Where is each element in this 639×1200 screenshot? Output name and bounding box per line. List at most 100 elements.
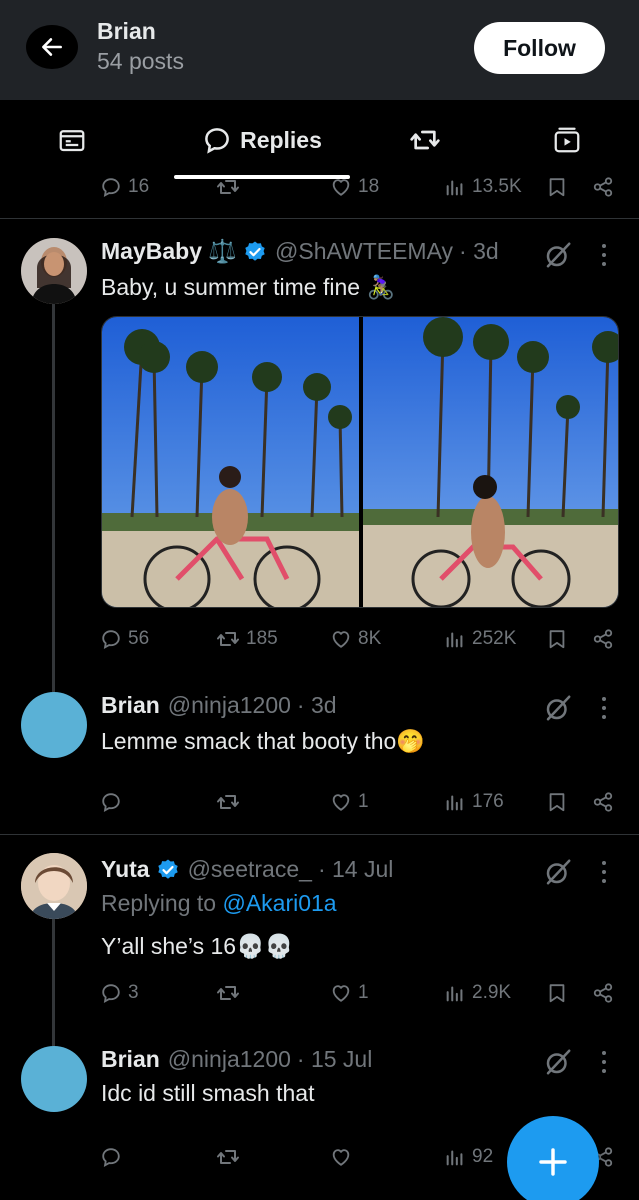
views-icon — [444, 176, 466, 198]
author-handle[interactable]: @ninja1200 — [168, 1046, 291, 1073]
beach-bike-photo-1[interactable] — [102, 317, 359, 608]
share-button[interactable] — [592, 976, 614, 1010]
beach-bike-photo-2[interactable] — [363, 317, 619, 608]
tweet-text: Y’all she’s 16💀💀 — [101, 933, 294, 959]
retweet-button[interactable] — [216, 1140, 246, 1174]
like-button[interactable]: 1 — [330, 785, 369, 819]
avatar[interactable] — [21, 692, 87, 758]
reply-button[interactable]: 3 — [100, 976, 139, 1010]
views-button[interactable]: 13.5K — [444, 170, 522, 204]
like-button[interactable] — [330, 1140, 358, 1174]
bookmark-button[interactable] — [546, 976, 568, 1010]
tweet-time[interactable]: · 15 Jul — [297, 1046, 372, 1073]
highlights-icon — [59, 130, 85, 152]
tweet-header: Brian @ninja1200 · 3d — [101, 692, 337, 719]
share-button[interactable] — [592, 170, 614, 204]
like-button[interactable]: 18 — [330, 170, 379, 204]
more-icon[interactable] — [596, 1047, 612, 1077]
avatar-photo — [21, 238, 87, 304]
retweet-button[interactable] — [216, 976, 246, 1010]
tweet-header: Brian @ninja1200 · 15 Jul — [101, 1046, 372, 1073]
author-handle[interactable]: @ninja1200 — [168, 692, 291, 719]
compose-button[interactable] — [507, 1116, 599, 1200]
share-icon — [592, 791, 614, 813]
author-name[interactable]: Brian — [101, 1046, 160, 1073]
like-icon — [330, 628, 352, 650]
bookmark-button[interactable] — [546, 170, 568, 204]
tweet-text: Baby, u summer time fine 🚴🏽‍♀️ — [101, 274, 396, 300]
tweet-text: Lemme smack that booty tho🤭 — [101, 728, 425, 754]
tweet-media[interactable] — [101, 316, 619, 608]
avatar[interactable] — [21, 853, 87, 919]
tweet-time[interactable]: · 3d — [297, 692, 337, 719]
views-icon — [444, 982, 466, 1004]
more-icon[interactable] — [596, 240, 612, 270]
profile-name: Brian — [97, 18, 156, 44]
retweet-button[interactable]: 185 — [216, 622, 278, 656]
tweet-time[interactable]: · 3d — [459, 238, 499, 265]
tweet-actions: 1 176 — [100, 785, 620, 819]
avatar[interactable] — [21, 1046, 87, 1112]
divider — [0, 834, 639, 835]
profile-tabs: Replies — [0, 100, 639, 180]
retweet-icon — [216, 790, 240, 814]
views-button[interactable]: 92 — [444, 1140, 493, 1174]
bookmark-button[interactable] — [546, 785, 568, 819]
tab-replies-label: Replies — [240, 126, 322, 153]
retweet-button[interactable] — [216, 785, 246, 819]
more-icon[interactable] — [596, 857, 612, 887]
back-button[interactable] — [26, 25, 78, 69]
views-button[interactable]: 176 — [444, 785, 504, 819]
grok-icon[interactable] — [543, 693, 573, 723]
bookmark-icon — [546, 791, 568, 813]
share-button[interactable] — [592, 622, 614, 656]
author-name[interactable]: Yuta — [101, 856, 150, 883]
reply-button[interactable]: 56 — [100, 622, 149, 656]
like-icon — [330, 1146, 352, 1168]
author-handle[interactable]: @seetrace_ — [188, 856, 312, 883]
tweet-actions: 3 1 2.9K — [100, 976, 620, 1010]
compose-plus-icon — [539, 1148, 567, 1176]
grok-icon[interactable] — [543, 857, 573, 887]
reply-bubble-icon — [202, 125, 232, 155]
tab-media[interactable] — [535, 100, 599, 180]
like-button[interactable]: 1 — [330, 976, 369, 1010]
verified-badge-icon — [156, 858, 180, 882]
more-icon[interactable] — [596, 693, 612, 723]
reply-button[interactable] — [100, 1140, 128, 1174]
grok-icon[interactable] — [543, 1047, 573, 1077]
bookmark-button[interactable] — [546, 622, 568, 656]
views-button[interactable]: 252K — [444, 622, 516, 656]
tweet-actions-prev: 16 18 13.5K — [100, 170, 620, 204]
bookmark-icon — [546, 982, 568, 1004]
post-count: 54 posts — [97, 48, 184, 74]
author-handle[interactable]: @ShAWTEEMAy — [275, 238, 453, 265]
like-button[interactable]: 8K — [330, 622, 381, 656]
views-button[interactable]: 2.9K — [444, 976, 511, 1010]
author-name[interactable]: MayBaby ⚖️ — [101, 238, 237, 265]
author-name[interactable]: Brian — [101, 692, 160, 719]
retweet-button[interactable] — [216, 170, 240, 204]
tweet-actions: 56 185 8K 252K — [100, 622, 620, 656]
tab-highlights[interactable] — [40, 100, 104, 180]
tab-replies[interactable]: Replies — [174, 100, 350, 180]
reply-icon — [100, 982, 122, 1004]
bookmark-icon — [546, 628, 568, 650]
reply-icon — [100, 791, 122, 813]
views-icon — [444, 791, 466, 813]
tweet-header: MayBaby ⚖️ @ShAWTEEMAy · 3d — [101, 238, 499, 265]
tab-reposts[interactable] — [393, 100, 457, 180]
like-icon — [330, 791, 352, 813]
tweet-time[interactable]: · 14 Jul — [318, 856, 393, 883]
reply-button[interactable] — [100, 785, 128, 819]
follow-button[interactable]: Follow — [474, 22, 605, 74]
grok-icon[interactable] — [543, 240, 573, 270]
reply-icon — [100, 628, 122, 650]
retweet-icon — [216, 1145, 240, 1169]
reply-button[interactable]: 16 — [100, 170, 149, 204]
share-button[interactable] — [592, 785, 614, 819]
avatar[interactable] — [21, 238, 87, 304]
retweet-icon — [216, 627, 240, 651]
mention-link[interactable]: @Akari01a — [222, 890, 336, 916]
media-icon — [554, 127, 580, 153]
